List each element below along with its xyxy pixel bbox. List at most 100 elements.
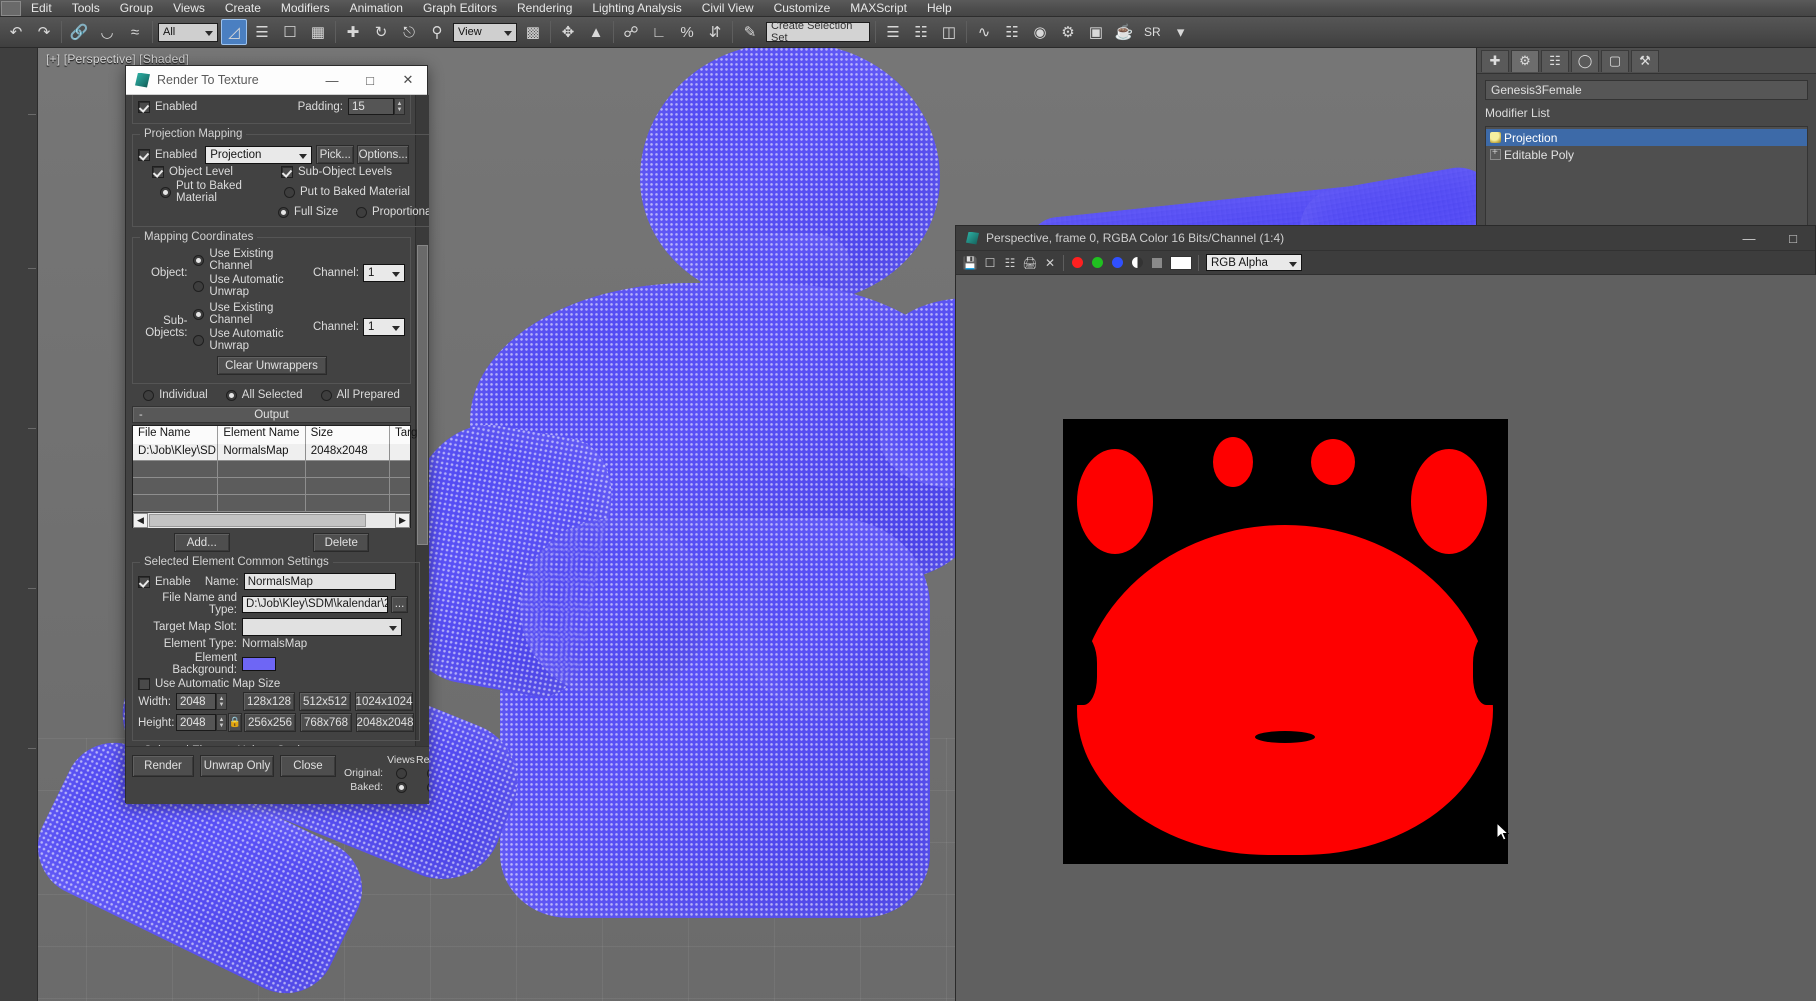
all-selected-radio[interactable] [225,389,237,401]
menu-item-tools[interactable]: Tools [62,0,110,16]
maximize-button[interactable]: □ [351,66,389,94]
modifier-stack[interactable]: Projection Editable Poly [1485,126,1808,238]
rendered-frame-title-bar[interactable]: Perspective, frame 0, RGBA Color 16 Bits… [956,226,1815,251]
menu-item-create[interactable]: Create [215,0,271,16]
render-to-texture-dialog[interactable]: Render To Texture — □ ✕ Enabled Padding:… [125,65,429,804]
menu-item-rendering[interactable]: Rendering [507,0,582,16]
select-by-name-icon[interactable]: ☰ [249,19,275,45]
align-icon[interactable]: ☷ [908,19,934,45]
output-rollup-header[interactable]: - Output [132,406,411,423]
menu-item-lighting-analysis[interactable]: Lighting Analysis [582,0,691,16]
full-size-radio[interactable] [278,206,289,218]
application-button[interactable] [1,0,21,16]
preset-512-button[interactable]: 512x512 [299,692,351,711]
options-button[interactable]: Options... [357,145,410,164]
put-to-baked-material-object-radio[interactable] [160,186,171,198]
select-and-link-icon[interactable]: 🔗 [66,19,92,45]
render-production-icon[interactable]: ☕ [1111,19,1137,45]
print-image-icon[interactable]: 🖨 [1021,254,1039,272]
table-row[interactable] [133,478,410,495]
layer-explorer-icon[interactable]: ◫ [936,19,962,45]
menu-item-group[interactable]: Group [110,0,163,16]
rendered-frame-window-icon[interactable]: ▣ [1083,19,1109,45]
scroll-right-arrow-icon[interactable]: ▶ [395,512,410,528]
scrollbar-thumb[interactable] [149,513,367,527]
copy-image-icon[interactable]: ☐ [981,254,999,272]
projection-enabled-checkbox[interactable] [138,148,150,161]
render-setup-icon[interactable]: ⚙ [1055,19,1081,45]
menu-item-maxscript[interactable]: MAXScript [840,0,917,16]
modifier-stack-item-projection[interactable]: Projection [1486,129,1807,146]
put-to-baked-material-subobject-radio[interactable] [284,186,295,198]
menu-item-views[interactable]: Views [163,0,215,16]
unwrap-only-button[interactable]: Unwrap Only [200,755,274,777]
menu-item-graph-editors[interactable]: Graph Editors [413,0,507,16]
sub-use-automatic-unwrap-radio[interactable] [193,334,205,346]
clear-unwrappers-button[interactable]: Clear Unwrappers [216,356,327,375]
motion-tab[interactable]: ◯ [1571,49,1599,72]
close-dialog-button[interactable]: Close [280,755,336,777]
viewport-label[interactable]: [+] [Perspective] [Shaded] [46,52,189,66]
redo-icon[interactable]: ↷ [31,19,57,45]
minimize-button[interactable]: — [1727,226,1771,250]
original-render-radio[interactable] [426,768,429,779]
bind-to-space-warp-icon[interactable]: ≈ [122,19,148,45]
projection-modifier-combo[interactable]: Projection [205,145,313,164]
rectangular-selection-region-icon[interactable]: ☐ [277,19,303,45]
table-row[interactable] [133,495,410,512]
object-use-existing-channel-radio[interactable] [193,254,205,266]
lightbulb-icon[interactable] [1490,132,1501,143]
original-views-radio[interactable] [395,768,407,779]
keyboard-shortcut-override-icon[interactable]: ▲ [583,19,609,45]
render-to-texture-title-bar[interactable]: Render To Texture — □ ✕ [126,66,427,95]
undo-icon[interactable]: ↶ [3,19,29,45]
rendered-frame-window[interactable]: Perspective, frame 0, RGBA Color 16 Bits… [955,225,1816,1001]
red-channel-icon[interactable] [1068,254,1086,272]
width-spinner[interactable]: ▲ ▼ [216,693,227,710]
select-and-move-icon[interactable]: ✚ [340,19,366,45]
menu-item-help[interactable]: Help [917,0,962,16]
preset-256-button[interactable]: 256x256 [244,713,296,732]
element-enable-checkbox[interactable] [138,575,150,588]
select-and-manipulate-icon[interactable]: ✥ [555,19,581,45]
baked-render-radio[interactable] [426,782,429,793]
renderer-dropdown-icon[interactable]: ▾ [1168,19,1194,45]
menu-item-modifiers[interactable]: Modifiers [271,0,340,16]
angle-snap-toggle-icon[interactable]: ∟ [646,19,672,45]
scrollbar-thumb[interactable] [417,245,428,545]
select-and-uniform-scale-icon[interactable]: ⎋ [396,19,422,45]
object-channel-combo[interactable]: 1 [363,264,405,282]
mirror-icon[interactable]: ☰ [880,19,906,45]
file-name-and-type-input[interactable]: D:\Job\Kley\SDM\kalendar\2019\ol [242,595,388,613]
select-object-icon[interactable]: ◿ [221,19,247,45]
menu-item-animation[interactable]: Animation [340,0,413,16]
plus-box-icon[interactable] [1490,147,1501,160]
hierarchy-tab[interactable]: ☷ [1541,49,1569,72]
modify-tab[interactable]: ⚙ [1511,49,1539,72]
table-row[interactable]: D:\Job\Kley\SD... NormalsMap 2048x2048 [133,444,410,461]
unlink-selection-icon[interactable]: ◡ [94,19,120,45]
reference-coordinate-combo[interactable]: View [453,22,517,42]
select-and-place-icon[interactable]: ⚲ [424,19,450,45]
create-tab[interactable]: ✚ [1481,49,1509,72]
preset-1024-button[interactable]: 1024x1024 [355,692,413,711]
menu-item-customize[interactable]: Customize [764,0,841,16]
preset-2048-button[interactable]: 2048x2048 [356,713,414,732]
schematic-view-icon[interactable]: ☷ [999,19,1025,45]
modifier-list-dropdown[interactable]: Modifier List [1485,104,1808,122]
proportional-radio[interactable] [356,206,367,218]
scroll-left-arrow-icon[interactable]: ◀ [133,512,148,528]
material-editor-icon[interactable]: ◉ [1027,19,1053,45]
baked-views-radio[interactable] [395,782,407,793]
menu-item-edit[interactable]: Edit [21,0,62,16]
display-alpha-channel-icon[interactable] [1148,254,1166,272]
sub-channel-combo[interactable]: 1 [363,318,405,336]
monochrome-icon[interactable] [1128,254,1146,272]
output-table-horizontal-scrollbar[interactable]: ◀ ▶ [133,512,410,528]
table-row[interactable] [133,461,410,478]
preset-768-button[interactable]: 768x768 [300,713,352,732]
snaps-toggle-icon[interactable]: ☍ [618,19,644,45]
preset-128-button[interactable]: 128x128 [243,692,295,711]
object-level-checkbox[interactable] [152,166,164,178]
curve-editor-icon[interactable]: ∿ [971,19,997,45]
